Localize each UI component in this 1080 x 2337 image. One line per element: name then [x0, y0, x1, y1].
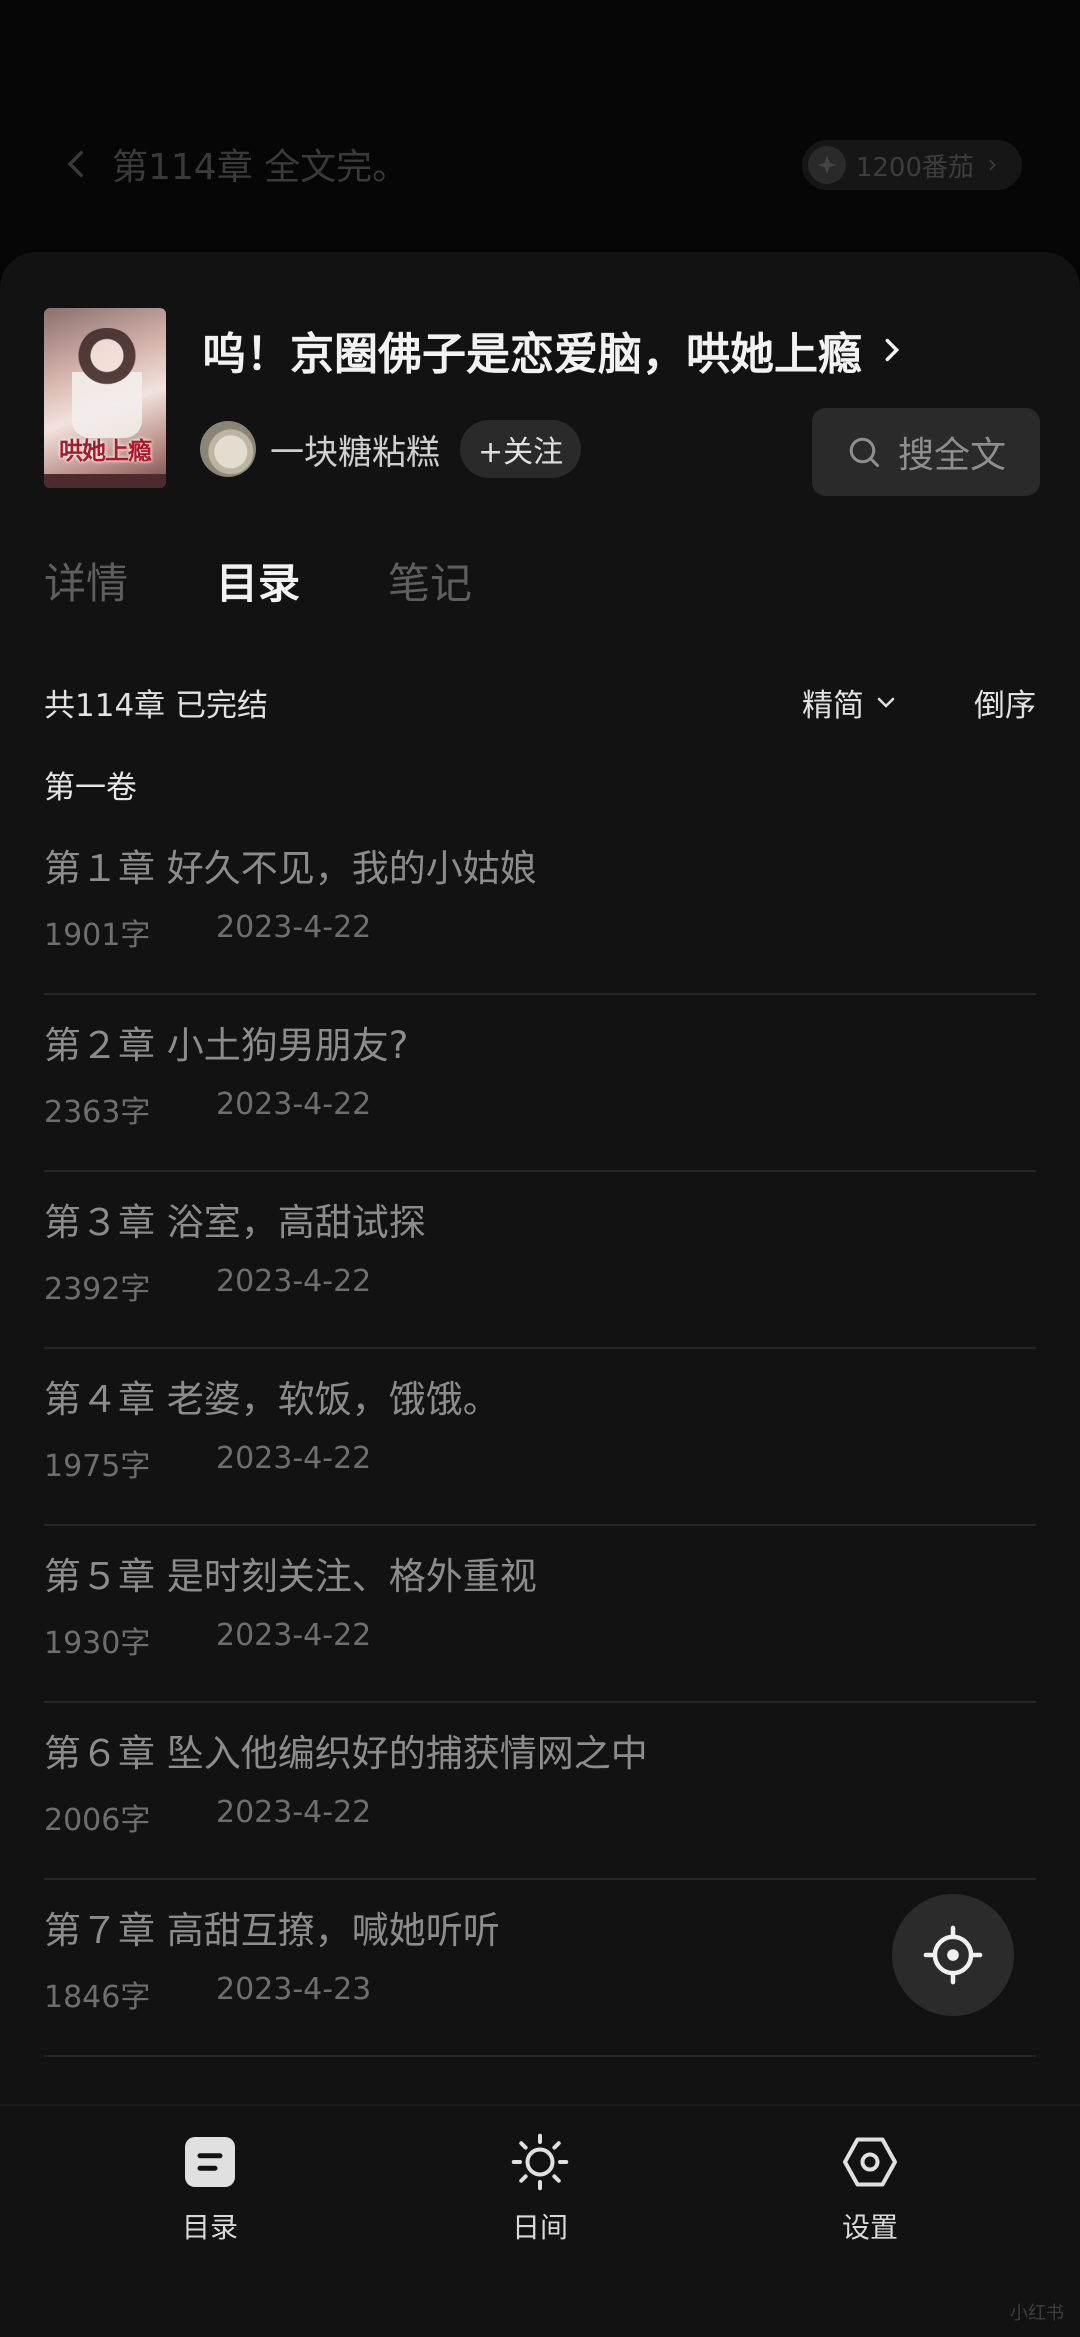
chevron-right-icon — [989, 159, 996, 171]
chapter-title: 第７章 高甜互撩，喊她听听 — [44, 1909, 500, 1952]
chapter-date: 2023-4-22 — [216, 1618, 372, 1653]
variant-dropdown[interactable]: 精简 — [802, 680, 898, 725]
sun-icon — [511, 2133, 569, 2191]
volume-heading: 第一卷 — [44, 770, 137, 806]
chapter-summary: 共114章 已完结 — [44, 688, 269, 724]
search-label: 搜全文 — [897, 435, 1006, 476]
coins-badge[interactable]: 1200番茄 — [801, 140, 1022, 190]
chapter-item[interactable]: 第７章 高甜互撩，喊她听听 1846字 2023-4-23 — [44, 1880, 1036, 2057]
toc-icon — [185, 2137, 235, 2187]
back-button[interactable]: 第114章 全文完。 — [60, 138, 408, 190]
chapter-item[interactable]: 第２章 小土狗男朋友? 2363字 2023-4-22 — [44, 995, 1036, 1172]
bottom-toolbar: 目录 日间 设置 小红书 — [0, 2104, 1080, 2337]
current-chapter-title: 第114章 全文完。 — [112, 147, 409, 188]
nav-label: 日间 — [511, 2211, 568, 2244]
chapter-item[interactable]: 第６章 坠入他编织好的捕获情网之中 2006字 2023-4-22 — [44, 1703, 1036, 1880]
sort-toggle[interactable]: 倒序 — [974, 680, 1036, 725]
chapter-title: 第１章 好久不见，我的小姑娘 — [44, 847, 537, 890]
tab-details[interactable]: 详情 — [44, 550, 128, 611]
chapter-word-count: 2363字 — [44, 1095, 151, 1130]
chapter-item[interactable]: 第５章 是时刻关注、格外重视 1930字 2023-4-22 — [44, 1526, 1036, 1703]
nav-catalogue[interactable]: 目录 — [130, 2132, 290, 2246]
nav-day-mode[interactable]: 日间 — [460, 2132, 620, 2246]
chevron-left-icon — [67, 150, 83, 178]
variant-label: 精简 — [802, 688, 864, 724]
chevron-right-icon — [885, 338, 900, 362]
chapter-word-count: 2006字 — [44, 1803, 151, 1838]
tab-notes[interactable]: 笔记 — [388, 550, 472, 611]
chapter-date: 2023-4-23 — [216, 1972, 372, 2007]
nav-label: 设置 — [841, 2211, 898, 2244]
follow-button[interactable]: +关注 — [460, 420, 582, 478]
book-header: 哄她上瘾 呜！京圈佛子是恋爱脑，哄她上瘾 一块糖粘糕 +关注 搜全文 — [44, 308, 1040, 498]
book-cover[interactable]: 哄她上瘾 — [44, 308, 166, 488]
chapter-item[interactable]: 第１章 好久不见，我的小姑娘 1901字 2023-4-22 — [44, 818, 1036, 995]
watermark: 小红书 — [1010, 2303, 1064, 2324]
author-avatar[interactable] — [200, 421, 256, 477]
cover-figure — [72, 328, 142, 438]
chapter-title: 第６章 坠入他编织好的捕获情网之中 — [44, 1732, 648, 1775]
coins-amount: 1200番茄 — [855, 152, 974, 183]
chapter-word-count: 1846字 — [44, 1980, 151, 2015]
book-title-link[interactable]: 呜！京圈佛子是恋爱脑，哄她上瘾 — [202, 318, 906, 382]
author-row: 一块糖粘糕 +关注 — [200, 420, 582, 478]
chapter-list: 第１章 好久不见，我的小姑娘 1901字 2023-4-22 第２章 小土狗男朋友… — [44, 818, 1036, 2057]
catalogue-sheet: 哄她上瘾 呜！京圈佛子是恋爱脑，哄她上瘾 一块糖粘糕 +关注 搜全文 详情 目录… — [0, 252, 1080, 2337]
chapter-date: 2023-4-22 — [216, 1795, 372, 1830]
author-name[interactable]: 一块糖粘糕 — [270, 425, 440, 474]
search-icon — [849, 437, 879, 467]
chapter-word-count: 1901字 — [44, 918, 151, 953]
crosshair-icon — [923, 1925, 983, 1985]
locate-current-chapter-button[interactable] — [892, 1894, 1014, 2016]
chapter-word-count: 1975字 — [44, 1449, 151, 1484]
chapter-item[interactable]: 第３章 浴室，高甜试探 2392字 2023-4-22 — [44, 1172, 1036, 1349]
reader-header: 第114章 全文完。 1200番茄 — [0, 0, 1080, 260]
chapter-title: 第４章 老婆，软饭，饿饿。 — [44, 1378, 500, 1421]
chapter-item[interactable]: 第４章 老婆，软饭，饿饿。 1975字 2023-4-22 — [44, 1349, 1036, 1526]
tab-catalogue[interactable]: 目录 — [216, 550, 300, 611]
chapter-date: 2023-4-22 — [216, 1441, 372, 1476]
coin-icon — [807, 146, 846, 184]
chevron-down-icon — [877, 697, 895, 708]
nav-label: 目录 — [181, 2211, 238, 2244]
book-title: 呜！京圈佛子是恋爱脑，哄她上瘾 — [202, 329, 862, 380]
chapter-title: 第３章 浴室，高甜试探 — [44, 1201, 426, 1244]
tab-bar: 详情 目录 笔记 — [44, 550, 472, 611]
chapter-date: 2023-4-22 — [216, 1087, 372, 1122]
chapter-date: 2023-4-22 — [216, 910, 372, 945]
cover-strip — [44, 474, 166, 488]
search-full-text-button[interactable]: 搜全文 — [812, 408, 1040, 496]
chapter-title: 第２章 小土狗男朋友? — [44, 1024, 409, 1067]
cover-title: 哄她上瘾 — [59, 436, 152, 465]
settings-icon — [843, 2137, 897, 2187]
chapter-word-count: 1930字 — [44, 1626, 151, 1661]
chapter-date: 2023-4-22 — [216, 1264, 372, 1299]
chapter-word-count: 2392字 — [44, 1272, 151, 1307]
chapter-title: 第５章 是时刻关注、格外重视 — [44, 1555, 537, 1598]
catalogue-meta: 共114章 已完结 精简 倒序 — [44, 680, 1036, 725]
nav-settings[interactable]: 设置 — [790, 2132, 950, 2246]
